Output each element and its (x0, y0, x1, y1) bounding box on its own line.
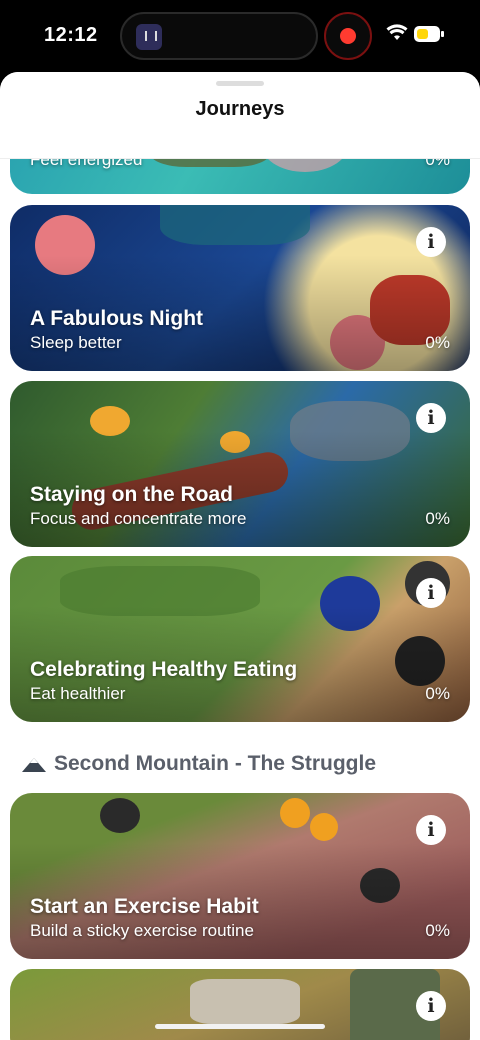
info-icon[interactable]: i (416, 991, 446, 1021)
card-title: Staying on the Road (30, 483, 234, 506)
journey-card-exercise-habit[interactable]: i Start an Exercise Habit Build a sticky… (10, 793, 470, 959)
card-subtitle: Sleep better (30, 333, 122, 352)
status-time: 12:12 (44, 24, 98, 46)
card-title: Celebrating Healthy Eating (30, 658, 298, 681)
card-progress: 0% (425, 509, 450, 528)
battery-icon (414, 26, 444, 42)
page-title: Journeys (195, 98, 285, 120)
info-icon[interactable]: i (416, 815, 446, 845)
section-title: Second Mountain - The Struggle (54, 752, 376, 775)
journey-card-fabulous-night[interactable]: i A Fabulous Night Sleep better 0% (10, 205, 470, 371)
screen-record-icon[interactable] (324, 12, 372, 60)
journey-card-next[interactable]: i (10, 969, 470, 1040)
mountain-icon (22, 758, 46, 772)
wifi-icon (386, 24, 408, 40)
journey-card-staying-on-road[interactable]: i Staying on the Road Focus and concentr… (10, 381, 470, 547)
card-progress: 0% (425, 921, 450, 940)
card-progress: 0% (425, 333, 450, 352)
sheet-header: Journeys (0, 72, 480, 159)
info-icon[interactable]: i (416, 227, 446, 257)
home-indicator[interactable] (155, 1024, 325, 1029)
card-progress: 0% (425, 684, 450, 703)
app-icon (136, 24, 162, 50)
info-icon[interactable]: i (416, 578, 446, 608)
sheet-grabber[interactable] (216, 81, 264, 86)
card-title: A Fabulous Night (30, 307, 204, 330)
journey-card-healthy-eating[interactable]: i Celebrating Healthy Eating Eat healthi… (10, 556, 470, 722)
card-subtitle: Focus and concentrate more (30, 509, 247, 528)
info-icon[interactable]: i (416, 403, 446, 433)
journeys-sheet: Journeys Feel energized 0% i A Fabulous … (0, 72, 480, 1040)
card-subtitle: Eat healthier (30, 684, 126, 703)
card-subtitle: Build a sticky exercise routine (30, 921, 254, 940)
card-title: Start an Exercise Habit (30, 895, 259, 918)
dynamic-island[interactable] (120, 12, 318, 60)
status-bar: 12:12 (0, 0, 480, 72)
